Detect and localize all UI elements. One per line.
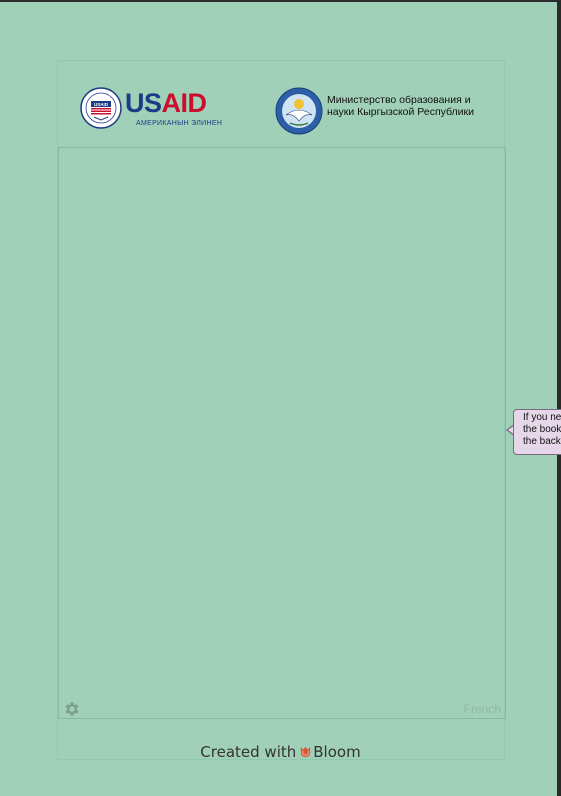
- footer-brand: Bloom: [313, 743, 361, 761]
- footer-prefix: Created with: [200, 743, 297, 761]
- ministry-name: Министерство образования и науки Кыргызс…: [327, 94, 474, 118]
- language-label: French: [463, 702, 501, 716]
- usaid-word-aid: AID: [161, 88, 208, 118]
- book-page: USAID USAID АМЕРИКАНЫН ЭЛИНЕН Министерст…: [0, 2, 557, 796]
- hint-bubble: If you ne the book the back: [513, 409, 561, 455]
- logo-row: USAID USAID АМЕРИКАНЫН ЭЛИНЕН Министерст…: [58, 61, 504, 147]
- hint-line-2: the book: [523, 424, 561, 435]
- usaid-wordmark: USAID: [125, 90, 207, 117]
- usaid-seal-icon: USAID: [80, 87, 122, 129]
- gear-icon[interactable]: [63, 700, 81, 718]
- created-with-bloom: Created with Bloom: [0, 743, 561, 761]
- ministry-seal-icon: [275, 87, 323, 135]
- usaid-seal-text: USAID: [94, 102, 109, 107]
- usaid-logo: USAID USAID АМЕРИКАНЫН ЭЛИНЕН: [80, 87, 230, 135]
- hint-line-1: If you ne: [523, 412, 561, 423]
- hint-line-3: the back: [523, 436, 561, 447]
- content-frame[interactable]: French: [58, 147, 506, 719]
- bloom-logo-icon: [301, 746, 311, 758]
- usaid-subtitle: АМЕРИКАНЫН ЭЛИНЕН: [136, 120, 223, 127]
- ministry-logo: Министерство образования и науки Кыргызс…: [275, 87, 495, 137]
- usaid-word-us: US: [125, 88, 162, 118]
